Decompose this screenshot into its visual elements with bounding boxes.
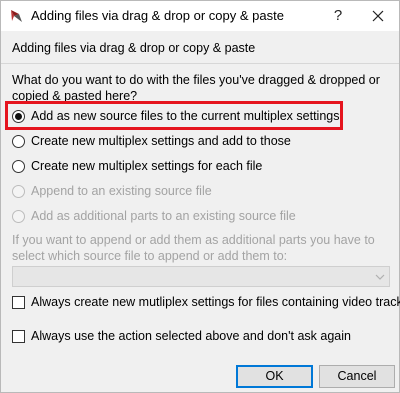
option-label: Add as additional parts to an existing s… <box>31 209 296 223</box>
option-label: Create new multiplex settings for each f… <box>31 159 263 173</box>
ok-button[interactable]: OK <box>236 365 313 388</box>
help-button[interactable]: ? <box>323 3 353 29</box>
checkbox-label: Always create new mutliplex settings for… <box>31 295 400 309</box>
checkbox-row-video-tracks[interactable]: Always create new mutliplex settings for… <box>12 293 400 311</box>
option-create-new-and-add[interactable]: Create new multiplex settings and add to… <box>12 132 291 150</box>
option-add-to-current[interactable]: Add as new source files to the current m… <box>12 107 339 125</box>
dialog-heading: Adding files via drag & drop or copy & p… <box>12 41 256 55</box>
radio-create-new-each-file[interactable] <box>12 159 25 173</box>
checkbox-label: Always use the action selected above and… <box>31 329 351 343</box>
cancel-button[interactable]: Cancel <box>319 365 395 388</box>
radio-append-existing <box>12 184 25 198</box>
radio-add-to-current[interactable] <box>12 109 25 123</box>
option-add-additional-parts: Add as additional parts to an existing s… <box>12 207 296 225</box>
option-label: Create new multiplex settings and add to… <box>31 134 291 148</box>
checkbox-always-create-video[interactable] <box>12 295 25 309</box>
dialog-header: Adding files via drag & drop or copy & p… <box>1 31 399 64</box>
option-append-existing: Append to an existing source file <box>12 182 212 200</box>
chevron-down-icon <box>375 274 385 280</box>
radio-create-new-and-add[interactable] <box>12 134 25 148</box>
option-label: Append to an existing source file <box>31 184 212 198</box>
source-file-select <box>12 266 390 287</box>
option-label: Add as new source files to the current m… <box>31 109 340 123</box>
close-button[interactable] <box>361 3 395 29</box>
option-create-new-each-file[interactable]: Create new multiplex settings for each f… <box>12 157 262 175</box>
checkbox-row-dont-ask[interactable]: Always use the action selected above and… <box>12 327 351 345</box>
dialog-window: Adding files via drag & drop or copy & p… <box>0 0 400 393</box>
append-info-text: If you want to append or add them as add… <box>12 233 375 263</box>
header-divider <box>1 63 399 64</box>
title-bar: Adding files via drag & drop or copy & p… <box>1 1 399 31</box>
checkbox-dont-ask-again[interactable] <box>12 329 25 343</box>
radio-add-additional-parts <box>12 209 25 223</box>
question-text: What do you want to do with the files yo… <box>12 73 380 103</box>
close-icon <box>372 10 384 22</box>
window-title: Adding files via drag & drop or copy & p… <box>31 8 284 23</box>
mkvtoolnix-app-icon <box>11 10 22 22</box>
